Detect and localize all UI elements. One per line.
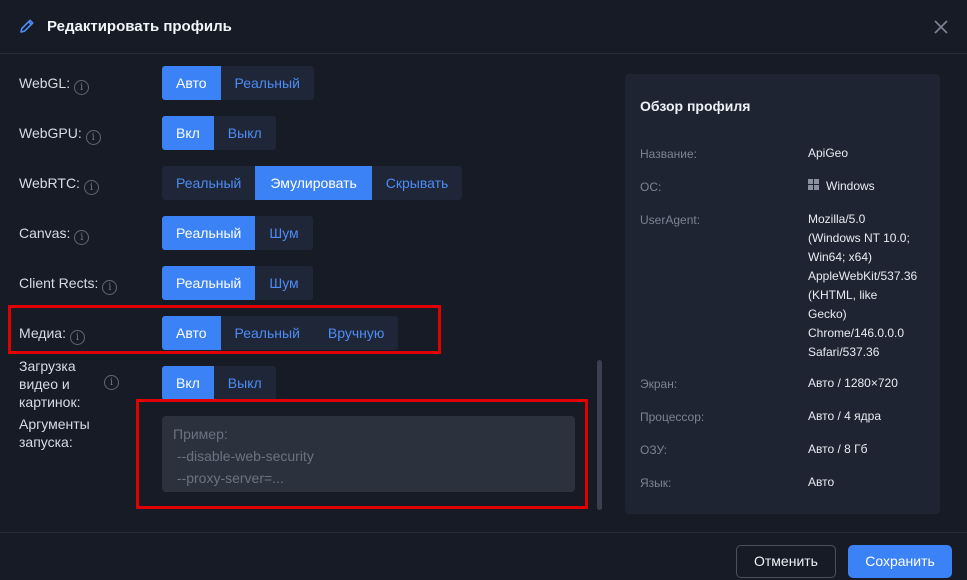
useragent-key: UserAgent: [640, 213, 701, 227]
close-icon[interactable] [931, 17, 951, 37]
screen-value: Авто / 1280×720 [808, 376, 898, 390]
language-value: Авто [808, 475, 835, 489]
info-icon[interactable]: i [104, 375, 119, 390]
webrtc-option-emulate[interactable]: Эмулировать [255, 166, 372, 200]
windows-icon [808, 179, 820, 191]
media-label: Медиа: i [19, 324, 85, 345]
save-button[interactable]: Сохранить [848, 545, 952, 578]
webrtc-option-hide[interactable]: Скрывать [372, 166, 463, 200]
screen-key: Экран: [640, 377, 678, 391]
scrollbar[interactable] [597, 360, 602, 510]
name-key: Название: [640, 147, 697, 161]
client-rects-label: Client Rects: i [19, 274, 118, 295]
info-icon[interactable]: i [83, 180, 99, 195]
canvas-option-noise[interactable]: Шум [255, 216, 312, 250]
os-value: Windows [808, 177, 933, 196]
info-icon[interactable]: i [69, 330, 85, 345]
overview-title: Обзор профиля [640, 98, 751, 114]
media-option-real[interactable]: Реальный [221, 316, 314, 350]
client-rects-selector: Реальный Шум [162, 266, 313, 300]
language-key: Язык: [640, 476, 672, 490]
dialog-header: Редактировать профиль [0, 0, 967, 54]
profile-overview-panel: Обзор профиля Название: ApiGeo ОС: Windo… [625, 74, 940, 514]
name-value: ApiGeo [808, 146, 849, 160]
info-icon[interactable]: i [74, 230, 90, 245]
webgl-label: WebGL: i [19, 74, 90, 95]
client-rects-option-noise[interactable]: Шум [255, 266, 312, 300]
canvas-label: Canvas: i [19, 224, 90, 245]
load-media-label: Загрузка видео и картинок: [19, 358, 81, 410]
webgpu-option-on[interactable]: Вкл [162, 116, 214, 150]
media-option-auto[interactable]: Авто [162, 316, 221, 350]
load-media-option-off[interactable]: Выкл [214, 366, 276, 400]
cancel-button[interactable]: Отменить [736, 545, 836, 578]
info-icon[interactable]: i [102, 280, 118, 295]
load-media-selector: Вкл Выкл [162, 366, 276, 400]
useragent-value: Mozilla/5.0 (Windows NT 10.0; Win64; x64… [808, 212, 918, 359]
webrtc-selector: Реальный Эмулировать Скрывать [162, 166, 463, 200]
pencil-icon [20, 19, 34, 33]
info-icon[interactable]: i [85, 130, 101, 145]
os-key: ОС: [640, 180, 662, 194]
cpu-key: Процессор: [640, 410, 705, 424]
webgpu-label: WebGPU: i [19, 124, 101, 145]
media-selector: Авто Реальный Вручную [162, 316, 399, 350]
webgpu-option-off[interactable]: Выкл [214, 116, 276, 150]
webgpu-selector: Вкл Выкл [162, 116, 276, 150]
cpu-value: Авто / 4 ядра [808, 409, 882, 423]
load-media-option-on[interactable]: Вкл [162, 366, 214, 400]
webgl-option-real[interactable]: Реальный [221, 66, 314, 100]
canvas-option-real[interactable]: Реальный [162, 216, 256, 250]
webrtc-label: WebRTC: i [19, 174, 99, 195]
launch-args-label: Аргументы запуска: [19, 416, 90, 450]
info-icon[interactable]: i [74, 80, 90, 95]
webrtc-option-real[interactable]: Реальный [162, 166, 255, 200]
ram-value: Авто / 8 Гб [808, 442, 868, 456]
client-rects-option-real[interactable]: Реальный [162, 266, 256, 300]
dialog-title: Редактировать профиль [47, 18, 232, 35]
webgl-selector: Авто Реальный [162, 66, 314, 100]
webgl-option-auto[interactable]: Авто [162, 66, 221, 100]
ram-key: ОЗУ: [640, 443, 668, 457]
media-option-manual[interactable]: Вручную [314, 316, 399, 350]
canvas-selector: Реальный Шум [162, 216, 313, 250]
launch-args-input[interactable]: Пример: --disable-web-security --proxy-s… [162, 416, 575, 492]
